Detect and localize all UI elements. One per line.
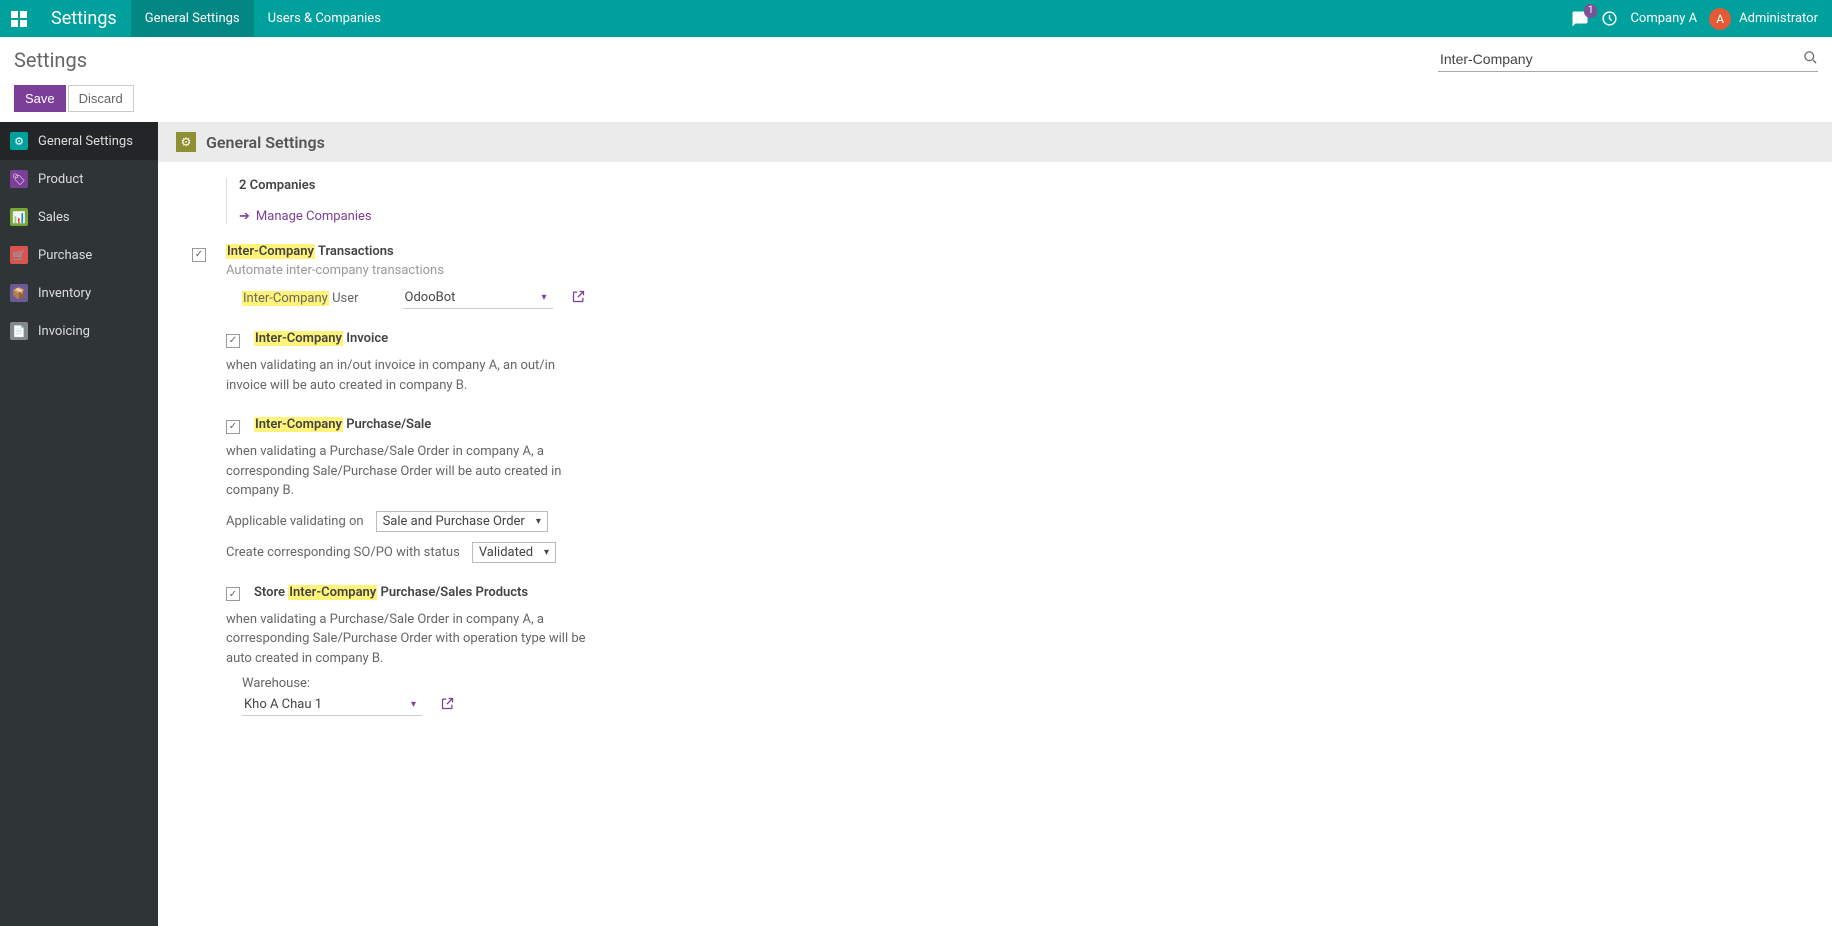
sales-icon: 📊	[10, 208, 28, 226]
sidebar-item-label: Product	[38, 172, 83, 187]
action-bar: Save Discard	[0, 79, 1832, 122]
store-products: ✓ Store Inter-Company Purchase/Sales Pro…	[226, 585, 606, 717]
external-link-icon[interactable]	[571, 289, 586, 308]
sidebar-item-label: Sales	[38, 210, 70, 225]
inventory-icon: 📦	[10, 284, 28, 302]
sidebar-item-label: Purchase	[38, 248, 92, 263]
sidebar-item-purchase[interactable]: 🛒 Purchase	[0, 236, 158, 274]
transactions-title: Inter-Company Transactions	[226, 244, 606, 259]
search-box	[1438, 47, 1818, 72]
section-title: General Settings	[206, 133, 325, 152]
user-field-input[interactable]: OdooBot ▾	[403, 288, 553, 309]
chevron-down-icon: ▾	[544, 547, 549, 558]
apps-menu[interactable]	[0, 0, 37, 37]
status-select[interactable]: Validated ▾	[472, 542, 556, 563]
transactions-desc: Automate inter-company transactions	[226, 263, 606, 278]
user-name: Administrator	[1739, 11, 1818, 26]
chevron-down-icon: ▾	[536, 516, 541, 527]
store-products-desc: when validating a Purchase/Sale Order in…	[226, 610, 606, 669]
sidebar-item-label: Invoicing	[38, 324, 90, 339]
activities-icon[interactable]	[1601, 10, 1618, 27]
user-field-label: Inter-Company User	[226, 291, 359, 306]
search-icon[interactable]	[1803, 50, 1818, 69]
sidebar-item-label: General Settings	[38, 134, 133, 149]
status-label: Create corresponding SO/PO with status	[226, 545, 460, 560]
company-switcher[interactable]: Company A	[1630, 11, 1697, 26]
sidebar-item-inventory[interactable]: 📦 Inventory	[0, 274, 158, 312]
applicable-select[interactable]: Sale and Purchase Order ▾	[376, 511, 548, 532]
external-link-icon[interactable]	[440, 696, 455, 715]
invoice-title: Inter-Company Invoice	[254, 331, 388, 346]
header-area: Settings	[0, 37, 1832, 79]
inter-company-invoice: ✓ Inter-Company Invoice when validating …	[226, 331, 606, 395]
section-gear-icon: ⚙	[176, 132, 196, 152]
companies-block: 2 Companies ➔ Manage Companies	[192, 178, 1814, 224]
warehouse-input[interactable]: Kho A Chau 1 ▾	[242, 695, 422, 716]
settings-sidebar: ⚙ General Settings 🏷 Product 📊 Sales 🛒 P…	[0, 122, 158, 926]
main-content: ⚙ General Settings 2 Companies ➔ Manage …	[158, 122, 1832, 926]
page-title: Settings	[14, 48, 87, 72]
sidebar-item-product[interactable]: 🏷 Product	[0, 160, 158, 198]
body-wrap: ⚙ General Settings 🏷 Product 📊 Sales 🛒 P…	[0, 122, 1832, 926]
invoice-checkbox[interactable]: ✓	[226, 334, 240, 348]
applicable-label: Applicable validating on	[226, 514, 364, 529]
warehouse-label: Warehouse:	[242, 676, 606, 691]
inter-company-transactions: ✓ Inter-Company Transactions Automate in…	[192, 244, 1814, 716]
topbar-right: 1 Company A A Administrator	[1571, 8, 1832, 30]
invoice-desc: when validating an in/out invoice in com…	[226, 356, 586, 395]
chevron-down-icon: ▾	[541, 292, 546, 303]
store-products-title: Store Inter-Company Purchase/Sales Produ…	[254, 585, 528, 600]
discard-button[interactable]: Discard	[68, 85, 134, 112]
messages-badge: 1	[1584, 4, 1598, 18]
sidebar-item-general-settings[interactable]: ⚙ General Settings	[0, 122, 158, 160]
topbar-left: Settings General Settings Users & Compan…	[0, 0, 395, 37]
purchase-sale-checkbox[interactable]: ✓	[226, 420, 240, 434]
inter-company-purchase-sale: ✓ Inter-Company Purchase/Sale when valid…	[226, 417, 606, 563]
purchase-icon: 🛒	[10, 246, 28, 264]
content: 2 Companies ➔ Manage Companies ✓ Inter-C…	[158, 162, 1832, 756]
messages-icon[interactable]: 1	[1571, 10, 1589, 28]
arrow-right-icon: ➔	[239, 209, 250, 224]
search-input[interactable]	[1438, 47, 1803, 71]
nav-tab-users-companies[interactable]: Users & Companies	[254, 0, 395, 37]
sidebar-item-sales[interactable]: 📊 Sales	[0, 198, 158, 236]
apps-grid-icon	[11, 11, 27, 27]
companies-count: 2 Companies	[239, 178, 372, 193]
nav-tab-general-settings[interactable]: General Settings	[131, 0, 254, 37]
purchase-sale-desc: when validating a Purchase/Sale Order in…	[226, 442, 586, 501]
inter-company-user-row: Inter-Company User OdooBot ▾	[226, 288, 606, 309]
sidebar-item-label: Inventory	[38, 286, 91, 301]
app-name[interactable]: Settings	[37, 8, 131, 29]
product-icon: 🏷	[10, 170, 28, 188]
section-header: ⚙ General Settings	[158, 122, 1832, 162]
avatar: A	[1709, 8, 1731, 30]
store-products-checkbox[interactable]: ✓	[226, 587, 240, 601]
sidebar-item-invoicing[interactable]: 📄 Invoicing	[0, 312, 158, 350]
invoicing-icon: 📄	[10, 322, 28, 340]
save-button[interactable]: Save	[14, 85, 66, 112]
chevron-down-icon: ▾	[411, 699, 416, 710]
manage-companies-link[interactable]: ➔ Manage Companies	[239, 209, 372, 224]
general-settings-icon: ⚙	[10, 132, 28, 150]
purchase-sale-title: Inter-Company Purchase/Sale	[254, 417, 431, 432]
topbar: Settings General Settings Users & Compan…	[0, 0, 1832, 37]
user-menu[interactable]: A Administrator	[1709, 8, 1818, 30]
transactions-checkbox[interactable]: ✓	[192, 248, 206, 262]
